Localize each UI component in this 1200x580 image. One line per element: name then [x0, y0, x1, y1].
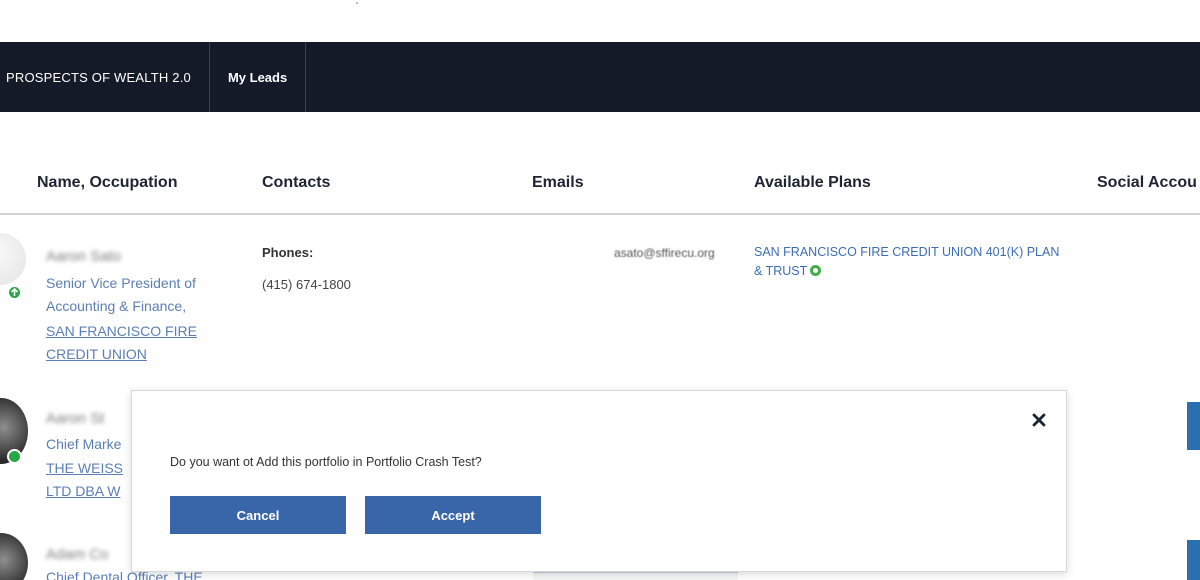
accept-button[interactable]: Accept [365, 496, 541, 534]
plan-info-icon[interactable] [810, 265, 822, 276]
table-header: Name, Occupation Contacts Emails Availab… [0, 160, 1200, 215]
plan-name: SAN FRANCISCO FIRE CREDIT UNION 401(K) P… [754, 245, 1060, 278]
lead-company-link[interactable]: SAN FRANCISCO FIRE CREDIT UNION [46, 320, 197, 366]
company-line: SAN FRANCISCO FIRE [46, 323, 197, 339]
dialog-message: Do you want ot Add this portfolio in Por… [170, 455, 482, 469]
confirm-dialog: Do you want ot Add this portfolio in Por… [131, 390, 1067, 572]
avatar[interactable] [0, 533, 28, 580]
status-badge-icon [7, 285, 22, 300]
column-header-social-accounts[interactable]: Social Accou [1097, 174, 1197, 192]
plan-link[interactable]: SAN FRANCISCO FIRE CREDIT UNION 401(K) P… [754, 243, 1064, 281]
column-header-available-plans[interactable]: Available Plans [754, 174, 871, 192]
page-artifact-dot [356, 2, 358, 4]
lead-occupation: Senior Vice President of Accounting & Fi… [46, 275, 196, 314]
company-line: CREDIT UNION [46, 346, 147, 362]
avatar[interactable] [0, 233, 26, 285]
close-icon[interactable] [1030, 411, 1048, 429]
row-action-strip [533, 572, 738, 580]
cancel-button[interactable]: Cancel [170, 496, 346, 534]
column-header-contacts[interactable]: Contacts [262, 174, 330, 192]
phones-label: Phones: [262, 245, 314, 260]
social-action-button[interactable] [1187, 540, 1200, 580]
phone-number[interactable]: (415) 674-1800 [262, 277, 351, 292]
top-navigation: PROSPECTS OF WEALTH 2.0 My Leads [0, 42, 1200, 112]
column-header-emails[interactable]: Emails [532, 174, 584, 192]
lead-company-link[interactable]: THE WEISS LTD DBA W [46, 457, 123, 503]
lead-name[interactable]: Aaron St [46, 410, 104, 427]
lead-occupation: Chief Marke [46, 436, 122, 452]
email-address[interactable]: asato@sffirecu.org [614, 246, 715, 260]
company-line: LTD DBA W [46, 483, 121, 499]
nav-tab-my-leads[interactable]: My Leads [210, 42, 307, 112]
company-line: THE WEISS [46, 460, 124, 476]
lead-name[interactable]: Aaron Sato [46, 248, 121, 265]
social-action-button[interactable] [1187, 402, 1200, 450]
status-badge-icon [7, 449, 22, 464]
lead-name[interactable]: Adam Co [46, 546, 109, 563]
column-header-name-occupation[interactable]: Name, Occupation [37, 174, 177, 192]
nav-brand-prospects-of-wealth[interactable]: PROSPECTS OF WEALTH 2.0 [0, 42, 210, 112]
